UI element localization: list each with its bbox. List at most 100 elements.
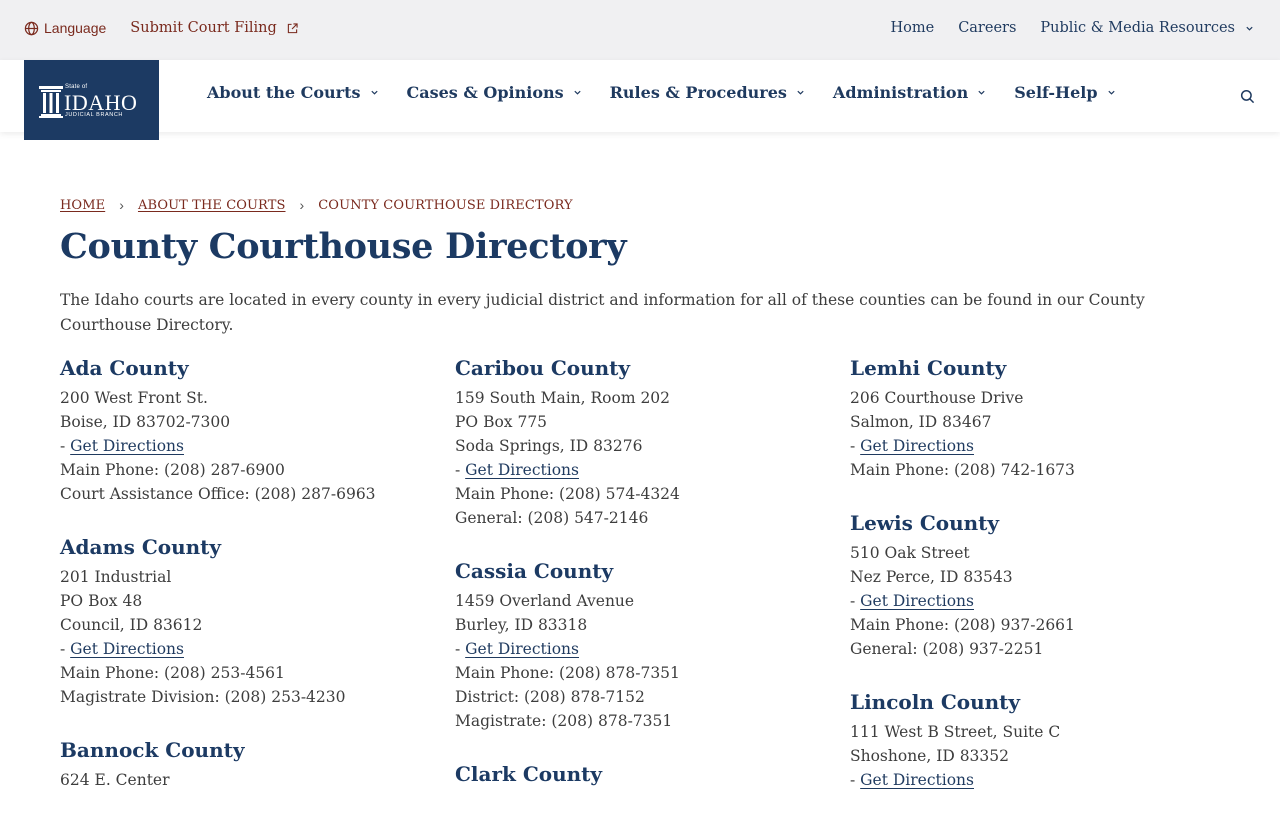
breadcrumb-home[interactable]: HOME [60, 198, 105, 213]
nav-label: Self-Help [1014, 83, 1098, 102]
county-entry: Bannock County 624 E. Center [60, 736, 420, 792]
county-phone: Main Phone: (208) 937-2661 [850, 616, 1075, 634]
public-media-resources-label: Public & Media Resources [1040, 20, 1235, 36]
nav-self-help[interactable]: Self-Help [1014, 83, 1115, 102]
nav-label: Rules & Procedures [609, 83, 787, 102]
directory-column-3: Lemhi County 206 Courthouse Drive Salmon, … [850, 354, 1210, 819]
county-address-line: 1459 Overland Avenue [455, 592, 635, 610]
nav-administration[interactable]: Administration [833, 83, 986, 102]
directions-row: - Get Directions [850, 434, 1210, 458]
county-name: Lincoln County [850, 690, 1021, 714]
county-address-line: 201 Industrial [60, 568, 172, 586]
county-address-line: Soda Springs, ID 83276 [455, 437, 643, 455]
county-phone: Magistrate: (208) 878-7351 [455, 712, 673, 730]
county-entry: Caribou County 159 South Main, Room 202 PO… [455, 354, 815, 530]
directions-row: - Get Directions [60, 434, 420, 458]
county-name: Bannock County [60, 738, 245, 762]
county-phone: Main Phone: (208) 878-7351 [455, 664, 680, 682]
directions-prefix: - [850, 771, 861, 789]
breadcrumb-current: COUNTY COURTHOUSE DIRECTORY [318, 197, 573, 213]
page-title: County Courthouse Directory [60, 226, 627, 267]
chevron-down-icon [370, 90, 378, 95]
county-name: Lemhi County [850, 356, 1007, 380]
county-entry: Ada County 200 West Front St. Boise, ID 83… [60, 354, 420, 506]
get-directions-link[interactable]: Get Directions [70, 437, 184, 455]
nav-label: About the Courts [207, 83, 361, 102]
county-name: Ada County [60, 356, 189, 380]
county-address-line: Council, ID 83612 [60, 616, 203, 634]
county-address-line: Nez Perce, ID 83543 [850, 568, 1013, 586]
county-phone: Court Assistance Office: (208) 287-6963 [60, 485, 376, 503]
nav-label: Cases & Opinions [406, 83, 564, 102]
home-link[interactable]: Home [890, 20, 934, 36]
breadcrumb-separator-icon: › [299, 197, 305, 213]
chevron-down-icon [574, 90, 581, 95]
chevron-down-icon [978, 90, 985, 95]
county-entry: Lemhi County 206 Courthouse Drive Salmon, … [850, 354, 1210, 482]
nav-cases-opinions[interactable]: Cases & Opinions [407, 83, 582, 102]
get-directions-link[interactable]: Get Directions [465, 461, 579, 479]
breadcrumb: HOME › ABOUT THE COURTS › COUNTY COURTHO… [60, 197, 573, 213]
directory-column-1: Ada County 200 West Front St. Boise, ID 83… [60, 354, 420, 819]
directions-prefix: - [455, 640, 466, 658]
directory-column-2: Caribou County 159 South Main, Room 202 PO… [455, 354, 815, 815]
utility-bar: Language Submit Court Filing Home Career… [0, 0, 1280, 60]
directions-row: - Get Directions [455, 637, 815, 661]
county-phone: Main Phone: (208) 574-4324 [455, 485, 680, 503]
directions-row: - Get Directions [850, 768, 1210, 792]
county-entry: Lincoln County 111 West B Street, Suite C… [850, 688, 1210, 792]
directions-row: - Get Directions [455, 458, 815, 482]
chevron-down-icon [1246, 26, 1253, 31]
directions-row: - Get Directions [850, 589, 1210, 613]
county-phone: General: (208) 937-2251 [850, 640, 1044, 658]
chevron-down-icon [1107, 90, 1115, 95]
county-address-line: 206 Courthouse Drive [850, 389, 1024, 407]
county-address-line: Salmon, ID 83467 [850, 413, 992, 431]
chevron-down-icon [797, 90, 804, 95]
county-phone: Main Phone: (208) 253-4561 [60, 664, 285, 682]
breadcrumb-separator-icon: › [119, 197, 124, 213]
county-phone: Main Phone: (208) 287-6900 [60, 461, 285, 479]
courthouse-pillar-icon [39, 86, 63, 118]
submit-court-filing-link[interactable]: Submit Court Filing [130, 20, 298, 36]
language-button[interactable]: Language [24, 20, 106, 36]
search-icon[interactable] [1240, 89, 1255, 104]
county-phone: District: (208) 878-7152 [455, 688, 645, 706]
get-directions-link[interactable]: Get Directions [860, 771, 974, 789]
county-phone: General: (208) 547-2146 [455, 509, 649, 527]
get-directions-link[interactable]: Get Directions [860, 592, 974, 610]
county-phone: Magistrate Division: (208) 253-4230 [60, 688, 346, 706]
get-directions-link[interactable]: Get Directions [70, 640, 184, 658]
county-name: Cassia County [455, 559, 614, 583]
county-address-line: 510 Oak Street [850, 544, 970, 562]
public-media-resources-menu[interactable]: Public & Media Resources [1040, 20, 1254, 36]
directions-prefix: - [850, 592, 861, 610]
county-address-line: Boise, ID 83702-7300 [60, 413, 231, 431]
nav-about-the-courts[interactable]: About the Courts [207, 83, 379, 102]
breadcrumb-about-the-courts[interactable]: ABOUT THE COURTS [138, 198, 286, 213]
county-entry: Clark County [455, 760, 815, 788]
globe-icon [24, 21, 39, 35]
nav-rules-procedures[interactable]: Rules & Procedures [610, 83, 805, 102]
directions-prefix: - [850, 437, 861, 455]
county-address-line: Shoshone, ID 83352 [850, 747, 1009, 765]
county-address-line: 159 South Main, Room 202 [455, 389, 671, 407]
county-name: Lewis County [850, 511, 1000, 535]
main-header: State of IDAHO JUDICIAL BRANCH About the… [0, 60, 1280, 140]
county-address-line: PO Box 48 [60, 592, 143, 610]
county-address-line: PO Box 775 [455, 413, 548, 431]
idaho-judicial-branch-logo[interactable]: State of IDAHO JUDICIAL BRANCH [24, 60, 159, 140]
county-address-line: 200 West Front St. [60, 389, 208, 407]
county-entry: Cassia County 1459 Overland Avenue Burley,… [455, 557, 815, 733]
get-directions-link[interactable]: Get Directions [465, 640, 579, 658]
careers-link[interactable]: Careers [958, 20, 1016, 36]
directions-prefix: - [60, 640, 71, 658]
county-name: Caribou County [455, 356, 631, 380]
external-link-icon [287, 22, 298, 33]
get-directions-link[interactable]: Get Directions [860, 437, 974, 455]
county-entry: Lewis County 510 Oak Street Nez Perce, ID … [850, 509, 1210, 661]
county-address-line: Burley, ID 83318 [455, 616, 588, 634]
county-phone: Main Phone: (208) 742-1673 [850, 461, 1075, 479]
language-label: Language [44, 20, 107, 36]
county-name: Adams County [60, 535, 222, 559]
